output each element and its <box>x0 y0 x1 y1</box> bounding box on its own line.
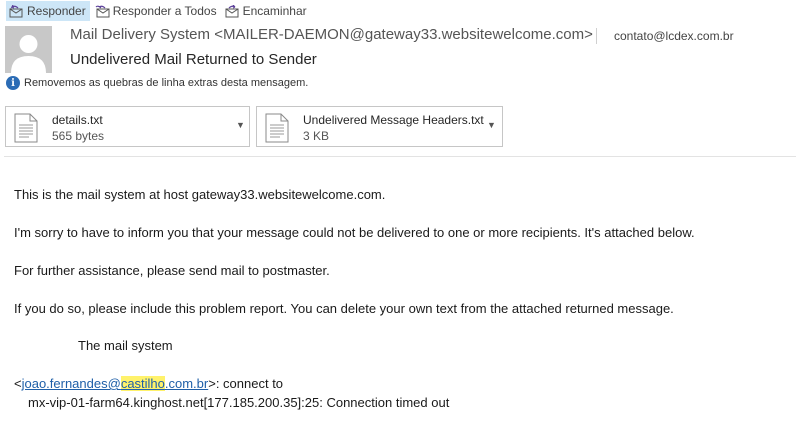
message-subject: Undelivered Mail Returned to Sender <box>70 51 317 68</box>
attachment-size: 565 bytes <box>52 129 105 143</box>
info-icon: i <box>6 76 20 90</box>
body-paragraph: If you do so, please include this proble… <box>14 301 674 316</box>
reply-icon <box>9 4 23 17</box>
reply-all-label: Responder a Todos <box>112 4 217 18</box>
attachment-name: details.txt <box>52 113 103 127</box>
message-toolbar: Responder Responder a Todos Encaminhar <box>0 0 796 22</box>
person-icon <box>5 26 52 73</box>
reply-all-button[interactable]: Responder a Todos <box>93 1 220 21</box>
recipient-user: joao.fernandes@ <box>21 376 121 391</box>
attachment-headers[interactable]: Undelivered Message Headers.txt 3 KB ▼ <box>256 106 503 147</box>
reply-all-icon <box>95 5 110 17</box>
header-separator <box>596 28 597 44</box>
info-bar[interactable]: i Removemos as quebras de linha extras d… <box>6 76 308 90</box>
attachment-size: 3 KB <box>303 129 330 143</box>
signature: The mail system <box>78 338 173 353</box>
chevron-down-icon[interactable]: ▼ <box>236 120 245 130</box>
bounced-recipient-line: <joao.fernandes@castilho.com.br>: connec… <box>14 376 283 391</box>
forward-label: Encaminhar <box>242 4 307 18</box>
recipient-domain-rest: .com.br <box>164 376 209 391</box>
connect-text: >: connect to <box>208 376 284 391</box>
reply-button[interactable]: Responder <box>6 1 90 21</box>
info-text: Removemos as quebras de linha extras des… <box>24 77 309 89</box>
text-file-icon <box>14 113 38 143</box>
attachment-details[interactable]: details.txt 565 bytes ▼ <box>5 106 250 147</box>
recipient-address: contato@lcdex.com.br <box>614 29 734 43</box>
body-paragraph: For further assistance, please send mail… <box>14 263 330 278</box>
sender-avatar <box>5 26 52 73</box>
sender-address: Mail Delivery System <MAILER-DAEMON@gate… <box>70 26 593 43</box>
forward-icon <box>225 4 239 17</box>
header-divider <box>4 156 796 157</box>
forward-button[interactable]: Encaminhar <box>223 1 310 21</box>
body-paragraph: I'm sorry to have to inform you that you… <box>14 225 695 240</box>
angle-open: < <box>14 376 22 391</box>
text-file-icon <box>265 113 289 143</box>
recipient-domain-highlight: castilho <box>120 376 165 391</box>
reply-label: Responder <box>27 4 86 18</box>
attachment-name: Undelivered Message Headers.txt <box>303 113 484 127</box>
recipient-email-link[interactable]: joao.fernandes@castilho.com.br <box>21 376 209 391</box>
body-paragraph: This is the mail system at host gateway3… <box>14 187 386 202</box>
chevron-down-icon[interactable]: ▼ <box>487 120 496 130</box>
error-line: mx-vip-01-farm64.kinghost.net[177.185.20… <box>28 395 450 410</box>
